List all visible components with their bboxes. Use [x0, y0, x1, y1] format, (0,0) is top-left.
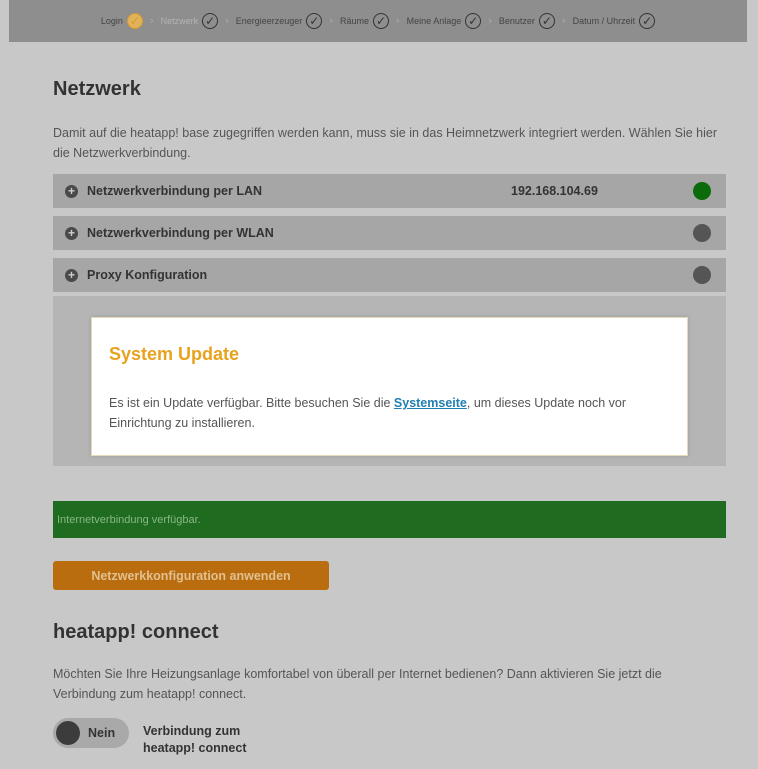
accordion-label: Proxy Konfiguration — [87, 268, 208, 282]
plus-circle-icon: + — [65, 184, 78, 198]
step-label: Netzwerk — [160, 16, 199, 26]
accordion-wlan[interactable]: + Netzwerkverbindung per WLAN — [53, 216, 726, 250]
toggle-description: Verbindung zum heatapp! connect — [143, 724, 247, 755]
connect-title: heatapp! connect — [53, 621, 219, 643]
step-meine-anlage[interactable]: Meine Anlage ✓ — [407, 13, 482, 29]
step-login[interactable]: Login ✓ — [101, 13, 143, 29]
systemseite-link[interactable]: Systemseite — [394, 396, 467, 410]
dialog-title: System Update — [109, 344, 240, 364]
toggle-knob — [56, 721, 80, 745]
accordion-label: Netzwerkverbindung per LAN — [87, 184, 263, 198]
check-circle-icon: ✓ — [639, 13, 656, 29]
status-message: Internetverbindung verfügbar. — [57, 513, 201, 526]
step-raeume[interactable]: Räume ✓ — [340, 13, 389, 29]
chevron-right-icon: › — [396, 15, 400, 27]
step-label: Datum / Uhrzeit — [572, 16, 636, 26]
network-intro: Damit auf die heatapp! base zugegriffen … — [53, 126, 718, 160]
check-circle-icon: ✓ — [465, 13, 482, 29]
step-energieerzeuger[interactable]: Energieerzeuger ✓ — [236, 13, 323, 29]
step-benutzer[interactable]: Benutzer ✓ — [499, 13, 555, 29]
check-circle-icon: ✓ — [538, 13, 555, 29]
step-netzwerk[interactable]: Netzwerk ✓ — [161, 13, 219, 29]
page-title: Netzwerk — [53, 78, 141, 100]
check-circle-icon: ✓ — [306, 13, 323, 29]
check-circle-icon: ✓ — [373, 13, 389, 29]
step-datum-uhrzeit[interactable]: Datum / Uhrzeit ✓ — [573, 13, 656, 29]
step-label: Räume — [339, 16, 369, 26]
step-label: Meine Anlage — [406, 16, 462, 26]
connect-intro: Möchten Sie Ihre Heizungsanlage komforta… — [53, 667, 662, 701]
accordion-proxy[interactable]: + Proxy Konfiguration — [53, 258, 726, 292]
plus-circle-icon: + — [65, 226, 78, 240]
check-circle-icon: ✓ — [126, 13, 143, 29]
connect-toggle[interactable]: Nein — [53, 718, 129, 748]
internet-status-banner: Internetverbindung verfügbar. — [53, 501, 726, 538]
status-dot-icon — [693, 224, 711, 242]
accordion-label: Netzwerkverbindung per WLAN — [87, 226, 274, 240]
system-update-dialog: System Update Es ist ein Update verfügba… — [91, 317, 688, 456]
chevron-right-icon: › — [225, 15, 229, 27]
toggle-label: Nein — [88, 726, 116, 740]
chevron-right-icon: › — [488, 15, 492, 27]
plus-circle-icon: + — [65, 268, 78, 282]
status-dot-icon — [693, 182, 711, 200]
chevron-right-icon: › — [329, 15, 333, 27]
dialog-text: Es ist ein Update verfügbar. Bitte besuc… — [109, 393, 679, 433]
step-label: Benutzer — [498, 16, 535, 26]
check-circle-icon: ✓ — [202, 13, 219, 29]
chevron-right-icon: › — [149, 15, 154, 27]
chevron-right-icon: › — [561, 15, 566, 27]
apply-network-config-button[interactable]: Netzwerkkonfiguration anwenden — [53, 561, 329, 590]
dialog-text-before: Es ist ein Update verfügbar. Bitte besuc… — [109, 396, 394, 410]
wizard-stepbar: Login ✓ › Netzwerk ✓ › Energieerzeuger ✓… — [9, 0, 747, 42]
accordion-lan[interactable]: + Netzwerkverbindung per LAN 192.168.104… — [53, 174, 726, 208]
ip-address: 192.168.104.69 — [511, 184, 598, 198]
step-label: Login — [100, 16, 123, 26]
status-dot-icon — [693, 266, 711, 284]
step-label: Energieerzeuger — [235, 16, 303, 26]
